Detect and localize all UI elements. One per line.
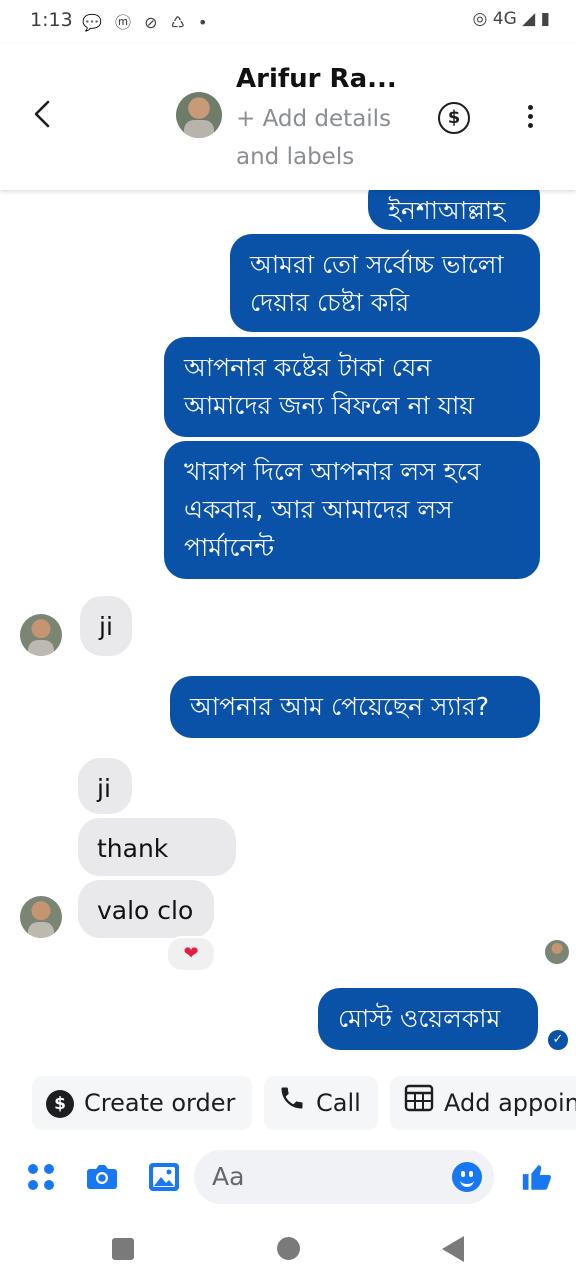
message-bubble-outgoing[interactable]: আপনার আম পেয়েছেন স্যার? [170, 676, 540, 738]
back-triangle-icon[interactable] [442, 1236, 464, 1262]
gallery-icon[interactable] [148, 1162, 180, 1192]
message-bubble-incoming[interactable]: ji [78, 758, 132, 814]
calendar-icon [404, 1077, 434, 1130]
contact-name[interactable]: Arifur Ra... [236, 64, 397, 94]
contact-avatar-small[interactable] [20, 614, 62, 656]
status-time: 1:13 [30, 9, 73, 31]
message-input[interactable]: Aa [194, 1150, 494, 1204]
sent-check-icon: ✓ [548, 1030, 568, 1050]
read-receipt-avatar [545, 940, 569, 964]
contact-avatar[interactable] [176, 92, 222, 138]
camera-icon[interactable] [86, 1164, 118, 1190]
message-bubble-incoming[interactable]: thank you [78, 818, 236, 901]
add-appointment-button[interactable]: Add appoin [390, 1076, 576, 1130]
phone-icon [278, 1077, 306, 1130]
message-bubble-outgoing[interactable]: খারাপ দিলে আপনার লস হবে একবার, আর আমাদের… [164, 441, 540, 579]
emoji-icon[interactable] [452, 1162, 482, 1192]
thumbs-up-icon[interactable] [520, 1160, 554, 1194]
call-button[interactable]: Call [264, 1076, 378, 1130]
call-label: Call [316, 1089, 361, 1117]
chat-header: Arifur Ra... + Add details and labels $ [0, 44, 576, 190]
contact-avatar-small[interactable] [20, 896, 62, 938]
chevron-left-icon [34, 100, 50, 128]
back-button[interactable] [28, 94, 58, 134]
payment-button[interactable]: $ [438, 102, 470, 134]
apps-grid-icon[interactable] [28, 1164, 56, 1192]
more-options-icon[interactable] [522, 102, 538, 132]
message-bubble-outgoing[interactable]: আপনার কষ্টের টাকা যেন আমাদের জন্য বিফলে … [164, 337, 540, 437]
system-navigation-bar [0, 1212, 576, 1280]
message-bubble-outgoing[interactable]: মোস্ট ওয়েলকাম [318, 988, 538, 1050]
create-order-label: Create order [84, 1089, 236, 1117]
message-bubble-incoming[interactable]: valo clo [78, 880, 214, 938]
heart-reaction[interactable]: ❤ [166, 936, 216, 972]
message-input-placeholder: Aa [212, 1162, 245, 1191]
signal-battery-icons: ◎ 4G ◢ ▮ [472, 9, 550, 29]
message-composer: Aa [0, 1148, 576, 1208]
status-bar: 1:13 💬 ⓜ ⊘ ♺ • ◎ 4G ◢ ▮ [0, 0, 576, 44]
create-order-button[interactable]: $ Create order [32, 1076, 252, 1130]
recent-apps-icon[interactable] [112, 1238, 134, 1260]
home-icon[interactable] [277, 1237, 300, 1260]
message-bubble-outgoing[interactable]: আমরা তো সর্বোচ্চ ভালো দেয়ার চেষ্টা করি [230, 234, 540, 332]
add-details-link[interactable]: + Add details and labels [236, 100, 426, 176]
add-appointment-label: Add appoin [444, 1089, 576, 1117]
notification-icons: 💬 ⓜ ⊘ ♺ • [82, 13, 212, 32]
message-bubble-incoming[interactable]: ji [80, 596, 132, 656]
dollar-icon: $ [46, 1090, 74, 1118]
